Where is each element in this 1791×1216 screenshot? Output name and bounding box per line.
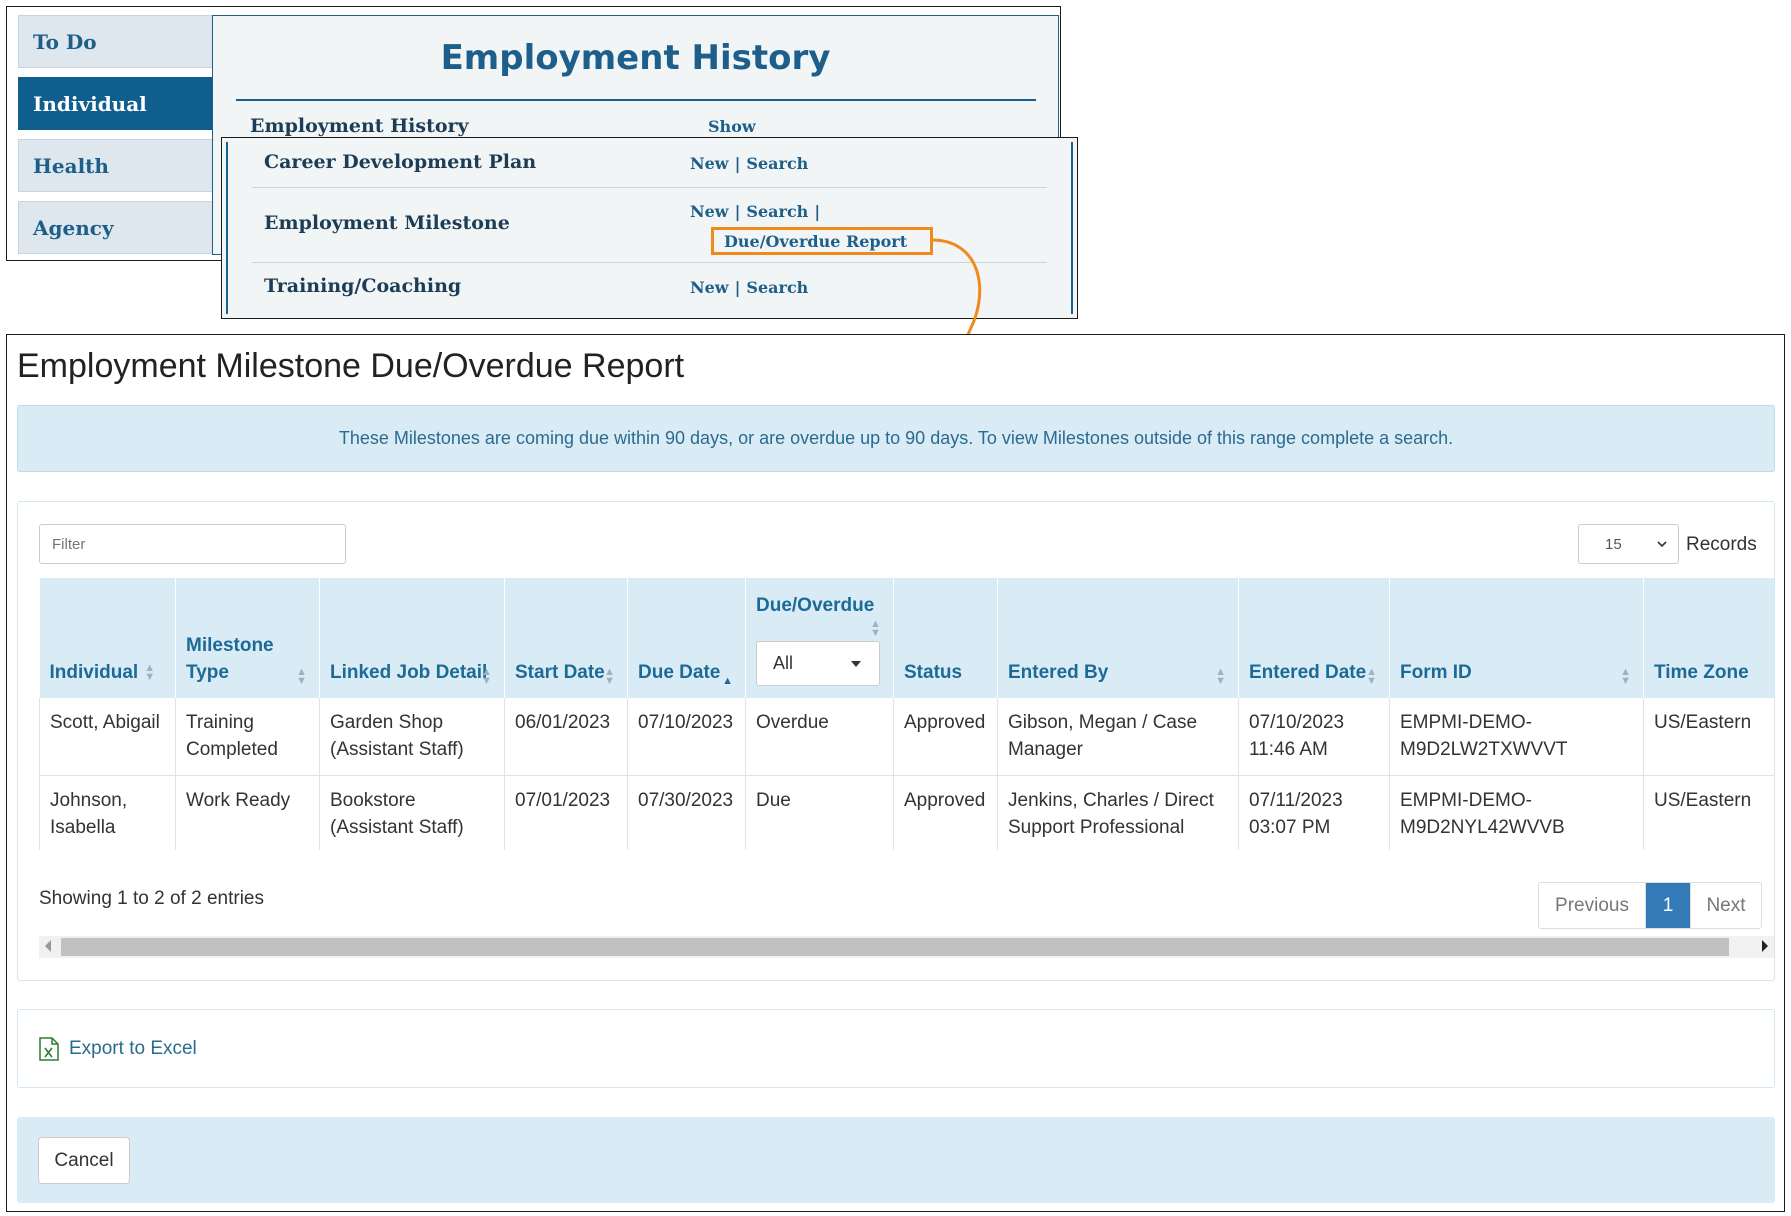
row-label: Employment Milestone	[264, 212, 510, 234]
caret-down-icon	[851, 661, 861, 667]
next-page-button[interactable]: Next	[1690, 883, 1761, 928]
new-link[interactable]: New	[690, 154, 729, 173]
col-milestone-type[interactable]: Milestone Type ▲ ▼	[175, 578, 320, 698]
page-title: Employment Milestone Due/Overdue Report	[17, 347, 685, 385]
cell-status: Approved	[893, 775, 998, 850]
main-tabs: To Do Individual Health Agency	[18, 15, 213, 263]
col-time-zone[interactable]: Time Zone	[1643, 578, 1774, 698]
col-form-id[interactable]: Form ID ▲ ▼	[1389, 578, 1644, 698]
col-individual[interactable]: Individual ▲ ▼	[39, 578, 176, 698]
sort-asc-icon: ▲	[722, 675, 733, 687]
due-overdue-report-link[interactable]: Due/Overdue Report	[724, 232, 907, 251]
sort-icon: ▲ ▼	[870, 618, 881, 639]
cell-linked-job-detail: Bookstore (Assistant Staff)	[319, 775, 505, 850]
col-status[interactable]: Status	[893, 578, 998, 698]
info-alert: These Milestones are coming due within 9…	[17, 405, 1775, 472]
cell-start-date: 06/01/2023	[504, 698, 628, 776]
cell-individual: Scott, Abigail	[39, 698, 176, 776]
cell-linked-job-detail: Garden Shop (Assistant Staff)	[319, 698, 505, 776]
cell-form-id: EMPMI-DEMO-M9D2NYL42WVVB	[1389, 775, 1644, 850]
data-table-viewport: Individual ▲ ▼ Milestone Type ▲ ▼ Linked Job…	[39, 578, 1774, 850]
col-entered-date[interactable]: Entered Date ▲ ▼	[1238, 578, 1390, 698]
scroll-left-icon[interactable]	[45, 940, 51, 952]
row-label: Career Development Plan	[264, 151, 537, 173]
row-career-development-plan: Career Development Plan New | Search	[252, 138, 1047, 188]
col-due-date[interactable]: Due Date ▲	[627, 578, 746, 698]
cell-status: Approved	[893, 698, 998, 776]
col-entered-by[interactable]: Entered By ▲ ▼	[997, 578, 1239, 698]
section-title: Employment History	[440, 38, 831, 78]
scroll-right-icon[interactable]	[1762, 940, 1768, 952]
tab-to-do[interactable]: To Do	[18, 15, 213, 68]
link-separator: |	[734, 278, 741, 297]
horizontal-scrollbar[interactable]	[39, 936, 1774, 958]
title-divider	[236, 99, 1036, 101]
milestone-table: Individual ▲ ▼ Milestone Type ▲ ▼ Linked Job…	[39, 578, 1774, 850]
col-linked-job-detail[interactable]: Linked Job Detail ▲ ▼	[319, 578, 505, 698]
search-link[interactable]: Search	[746, 202, 808, 221]
link-separator: |	[814, 202, 821, 221]
previous-page-button[interactable]: Previous	[1539, 883, 1646, 928]
cell-start-date: 07/01/2023	[504, 775, 628, 850]
cancel-button[interactable]: Cancel	[38, 1137, 130, 1184]
sort-icon: ▲ ▼	[1366, 666, 1377, 687]
chevron-down-icon	[1657, 541, 1667, 548]
show-link[interactable]: Show	[708, 117, 756, 136]
entries-summary: Showing 1 to 2 of 2 entries	[39, 888, 264, 909]
cell-form-id: EMPMI-DEMO-M9D2LW2TXWVVT	[1389, 698, 1644, 776]
export-card: Export to Excel	[17, 1009, 1775, 1088]
cell-due-overdue: Due	[745, 775, 894, 850]
col-due-overdue[interactable]: Due/Overdue ▲ ▼ All	[745, 578, 894, 698]
col-start-date[interactable]: Start Date ▲ ▼	[504, 578, 628, 698]
scrollbar-thumb[interactable]	[61, 938, 1729, 956]
cell-individual: Johnson, Isabella	[39, 775, 176, 850]
new-link[interactable]: New	[690, 278, 729, 297]
link-separator: |	[734, 154, 741, 173]
cell-entered-by: Jenkins, Charles / Direct Support Profes…	[997, 775, 1239, 850]
tab-individual[interactable]: Individual	[18, 77, 213, 130]
records-per-page-select[interactable]: 15	[1578, 524, 1679, 564]
report-panel: Employment Milestone Due/Overdue Report …	[6, 334, 1785, 1212]
search-link[interactable]: Search	[746, 154, 808, 173]
cell-entered-date: 07/10/2023 11:46 AM	[1238, 698, 1390, 776]
table-row[interactable]: Johnson, Isabella Work Ready Bookstore (…	[39, 775, 1774, 850]
page-1-button[interactable]: 1	[1646, 883, 1690, 928]
employment-history-label: Employment History	[250, 115, 469, 137]
cell-due-date: 07/30/2023	[627, 775, 746, 850]
sort-icon: ▲ ▼	[1620, 666, 1631, 687]
tab-health[interactable]: Health	[18, 139, 213, 192]
cell-time-zone: US/Eastern	[1643, 775, 1774, 850]
due-overdue-report-highlight: Due/Overdue Report	[711, 227, 933, 255]
table-header-row: Individual ▲ ▼ Milestone Type ▲ ▼ Linked Job…	[39, 578, 1774, 698]
new-link[interactable]: New	[690, 202, 729, 221]
cell-time-zone: US/Eastern	[1643, 698, 1774, 776]
filter-input[interactable]	[39, 524, 346, 564]
table-row[interactable]: Scott, Abigail Training Completed Garden…	[39, 698, 1774, 776]
sort-icon: ▲ ▼	[1215, 666, 1226, 687]
link-separator: |	[734, 202, 741, 221]
export-label: Export to Excel	[69, 1038, 197, 1059]
due-overdue-filter-select[interactable]: All	[756, 641, 880, 686]
cell-entered-date: 07/11/2023 03:07 PM	[1238, 775, 1390, 850]
row-label: Training/Coaching	[264, 275, 462, 297]
records-value: 15	[1605, 535, 1622, 553]
records-label: Records	[1686, 534, 1757, 555]
sort-icon: ▲ ▼	[296, 666, 307, 687]
form-footer: Cancel	[17, 1117, 1775, 1203]
cell-milestone-type: Work Ready	[175, 775, 320, 850]
sort-icon: ▲ ▼	[144, 661, 156, 683]
sort-icon: ▲ ▼	[604, 666, 615, 687]
cell-entered-by: Gibson, Megan / Case Manager	[997, 698, 1239, 776]
excel-file-icon	[39, 1037, 59, 1061]
tab-agency[interactable]: Agency	[18, 201, 213, 254]
cell-due-date: 07/10/2023	[627, 698, 746, 776]
search-link[interactable]: Search	[746, 278, 808, 297]
cell-milestone-type: Training Completed	[175, 698, 320, 776]
pagination: Previous 1 Next	[1538, 882, 1762, 929]
export-to-excel-link[interactable]: Export to Excel	[39, 1037, 197, 1061]
report-table-card: 15 Records Individual▲▼ Milestone Type▲▼…	[17, 501, 1775, 981]
cell-due-overdue: Overdue	[745, 698, 894, 776]
sort-icon: ▲ ▼	[481, 666, 492, 687]
